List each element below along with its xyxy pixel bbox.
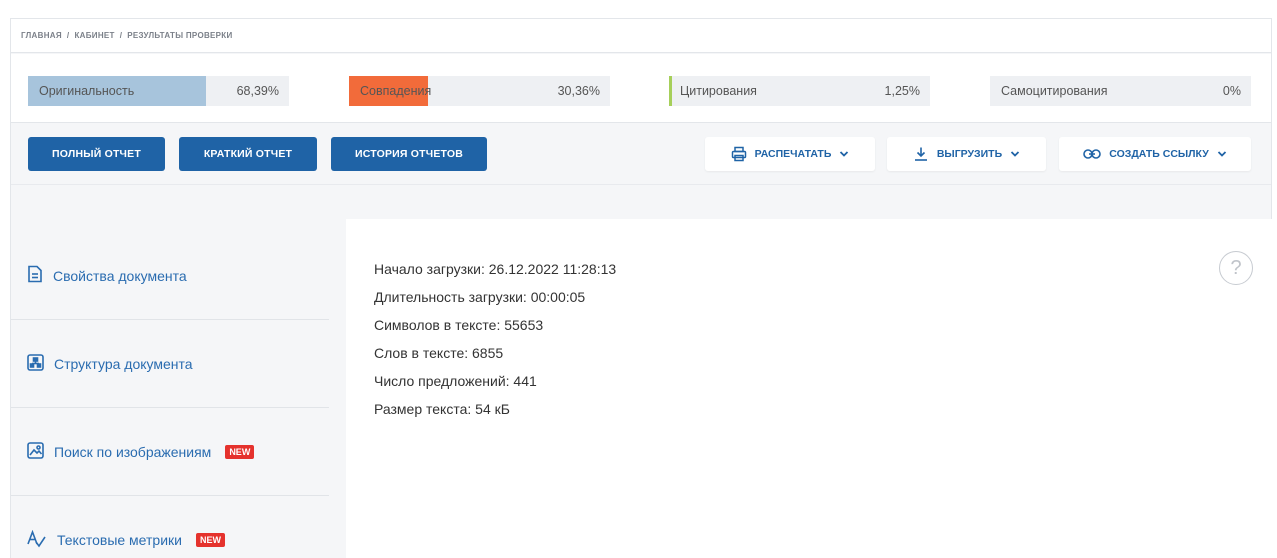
breadcrumb-cabinet[interactable]: КАБИНЕТ — [74, 31, 114, 40]
export-label: ВЫГРУЗИТЬ — [936, 148, 1003, 160]
report-history-button[interactable]: ИСТОРИЯ ОТЧЕТОВ — [331, 137, 487, 171]
stat-matches[interactable]: Совпадения 30,36% — [349, 76, 610, 106]
properties-list: Начало загрузки: 26.12.2022 11:28:13 Дли… — [374, 255, 616, 423]
citations-fill — [669, 76, 673, 106]
stat-self-citations-label: Самоцитирования — [1001, 84, 1108, 98]
stats-bar: Оригинальность 68,39% Совпадения 30,36% … — [11, 54, 1271, 123]
breadcrumb-separator: / — [66, 31, 70, 40]
chevron-down-icon — [1217, 149, 1227, 159]
stat-matches-label: Совпадения — [360, 84, 432, 98]
sidebar-item-label: Свойства документа — [53, 267, 187, 284]
results-frame: ГЛАВНАЯ / КАБИНЕТ / РЕЗУЛЬТАТЫ ПРОВЕРКИ … — [10, 18, 1273, 558]
stat-citations[interactable]: Цитирования 1,25% — [669, 76, 930, 106]
sidebar-item-image-search[interactable]: Поиск по изображениям NEW — [11, 408, 329, 496]
stat-matches-value: 30,36% — [557, 84, 600, 98]
help-icon[interactable]: ? — [1219, 251, 1253, 285]
stat-originality-label: Оригинальность — [39, 84, 135, 98]
printer-icon — [731, 146, 747, 162]
text-size: Размер текста: 54 кБ — [374, 401, 510, 417]
stat-self-citations[interactable]: Самоцитирования 0% — [990, 76, 1251, 106]
chevron-down-icon — [1010, 149, 1020, 159]
breadcrumb-separator: / — [119, 31, 123, 40]
structure-icon — [27, 353, 44, 374]
sidebar-item-document-properties[interactable]: Свойства документа — [11, 232, 329, 320]
chars-count: Символов в тексте: 55653 — [374, 317, 544, 333]
document-icon — [27, 265, 43, 286]
create-link-label: СОЗДАТЬ ССЫЛКУ — [1109, 148, 1209, 160]
stat-self-citations-value: 0% — [1222, 84, 1241, 98]
upload-duration: Длительность загрузки: 00:00:05 — [374, 289, 586, 305]
print-label: РАСПЕЧАТАТЬ — [754, 148, 832, 160]
stat-citations-label: Цитирования — [680, 84, 757, 98]
breadcrumb: ГЛАВНАЯ / КАБИНЕТ / РЕЗУЛЬТАТЫ ПРОВЕРКИ — [11, 19, 1271, 53]
full-report-button[interactable]: ПОЛНЫЙ ОТЧЕТ — [28, 137, 165, 171]
chevron-down-icon — [839, 149, 849, 159]
new-badge: NEW — [195, 533, 225, 547]
print-button[interactable]: РАСПЕЧАТАТЬ — [705, 137, 875, 171]
words-count: Слов в тексте: 6855 — [374, 345, 504, 361]
image-icon — [27, 441, 44, 462]
sidebar-item-label: Текстовые метрики — [57, 532, 182, 548]
download-icon — [913, 146, 929, 162]
sidebar-item-label: Структура документа — [54, 355, 193, 372]
sidebar: Свойства документа Структура документа П… — [11, 232, 329, 558]
sentences-count: Число предложений: 441 — [374, 373, 537, 389]
stat-citations-value: 1,25% — [884, 84, 920, 98]
export-button[interactable]: ВЫГРУЗИТЬ — [887, 137, 1046, 171]
sidebar-item-label: Поиск по изображениям — [54, 443, 212, 460]
new-badge: NEW — [225, 444, 255, 459]
breadcrumb-current: РЕЗУЛЬТАТЫ ПРОВЕРКИ — [127, 31, 233, 40]
stat-originality-value: 68,39% — [236, 84, 279, 98]
create-link-button[interactable]: СОЗДАТЬ ССЫЛКУ — [1059, 137, 1251, 171]
link-icon — [1083, 148, 1102, 160]
short-report-button[interactable]: КРАТКИЙ ОТЧЕТ — [179, 137, 317, 171]
document-properties-panel: Начало загрузки: 26.12.2022 11:28:13 Дли… — [346, 219, 1273, 558]
upload-start: Начало загрузки: 26.12.2022 11:28:13 — [374, 261, 617, 277]
stat-originality[interactable]: Оригинальность 68,39% — [28, 76, 289, 106]
metrics-icon — [27, 529, 47, 551]
sidebar-item-document-structure[interactable]: Структура документа — [11, 320, 329, 408]
sidebar-item-text-metrics[interactable]: Текстовые метрики NEW — [11, 496, 329, 558]
breadcrumb-home[interactable]: ГЛАВНАЯ — [21, 31, 62, 40]
report-toolbar: ПОЛНЫЙ ОТЧЕТ КРАТКИЙ ОТЧЕТ ИСТОРИЯ ОТЧЕТ… — [11, 124, 1271, 185]
